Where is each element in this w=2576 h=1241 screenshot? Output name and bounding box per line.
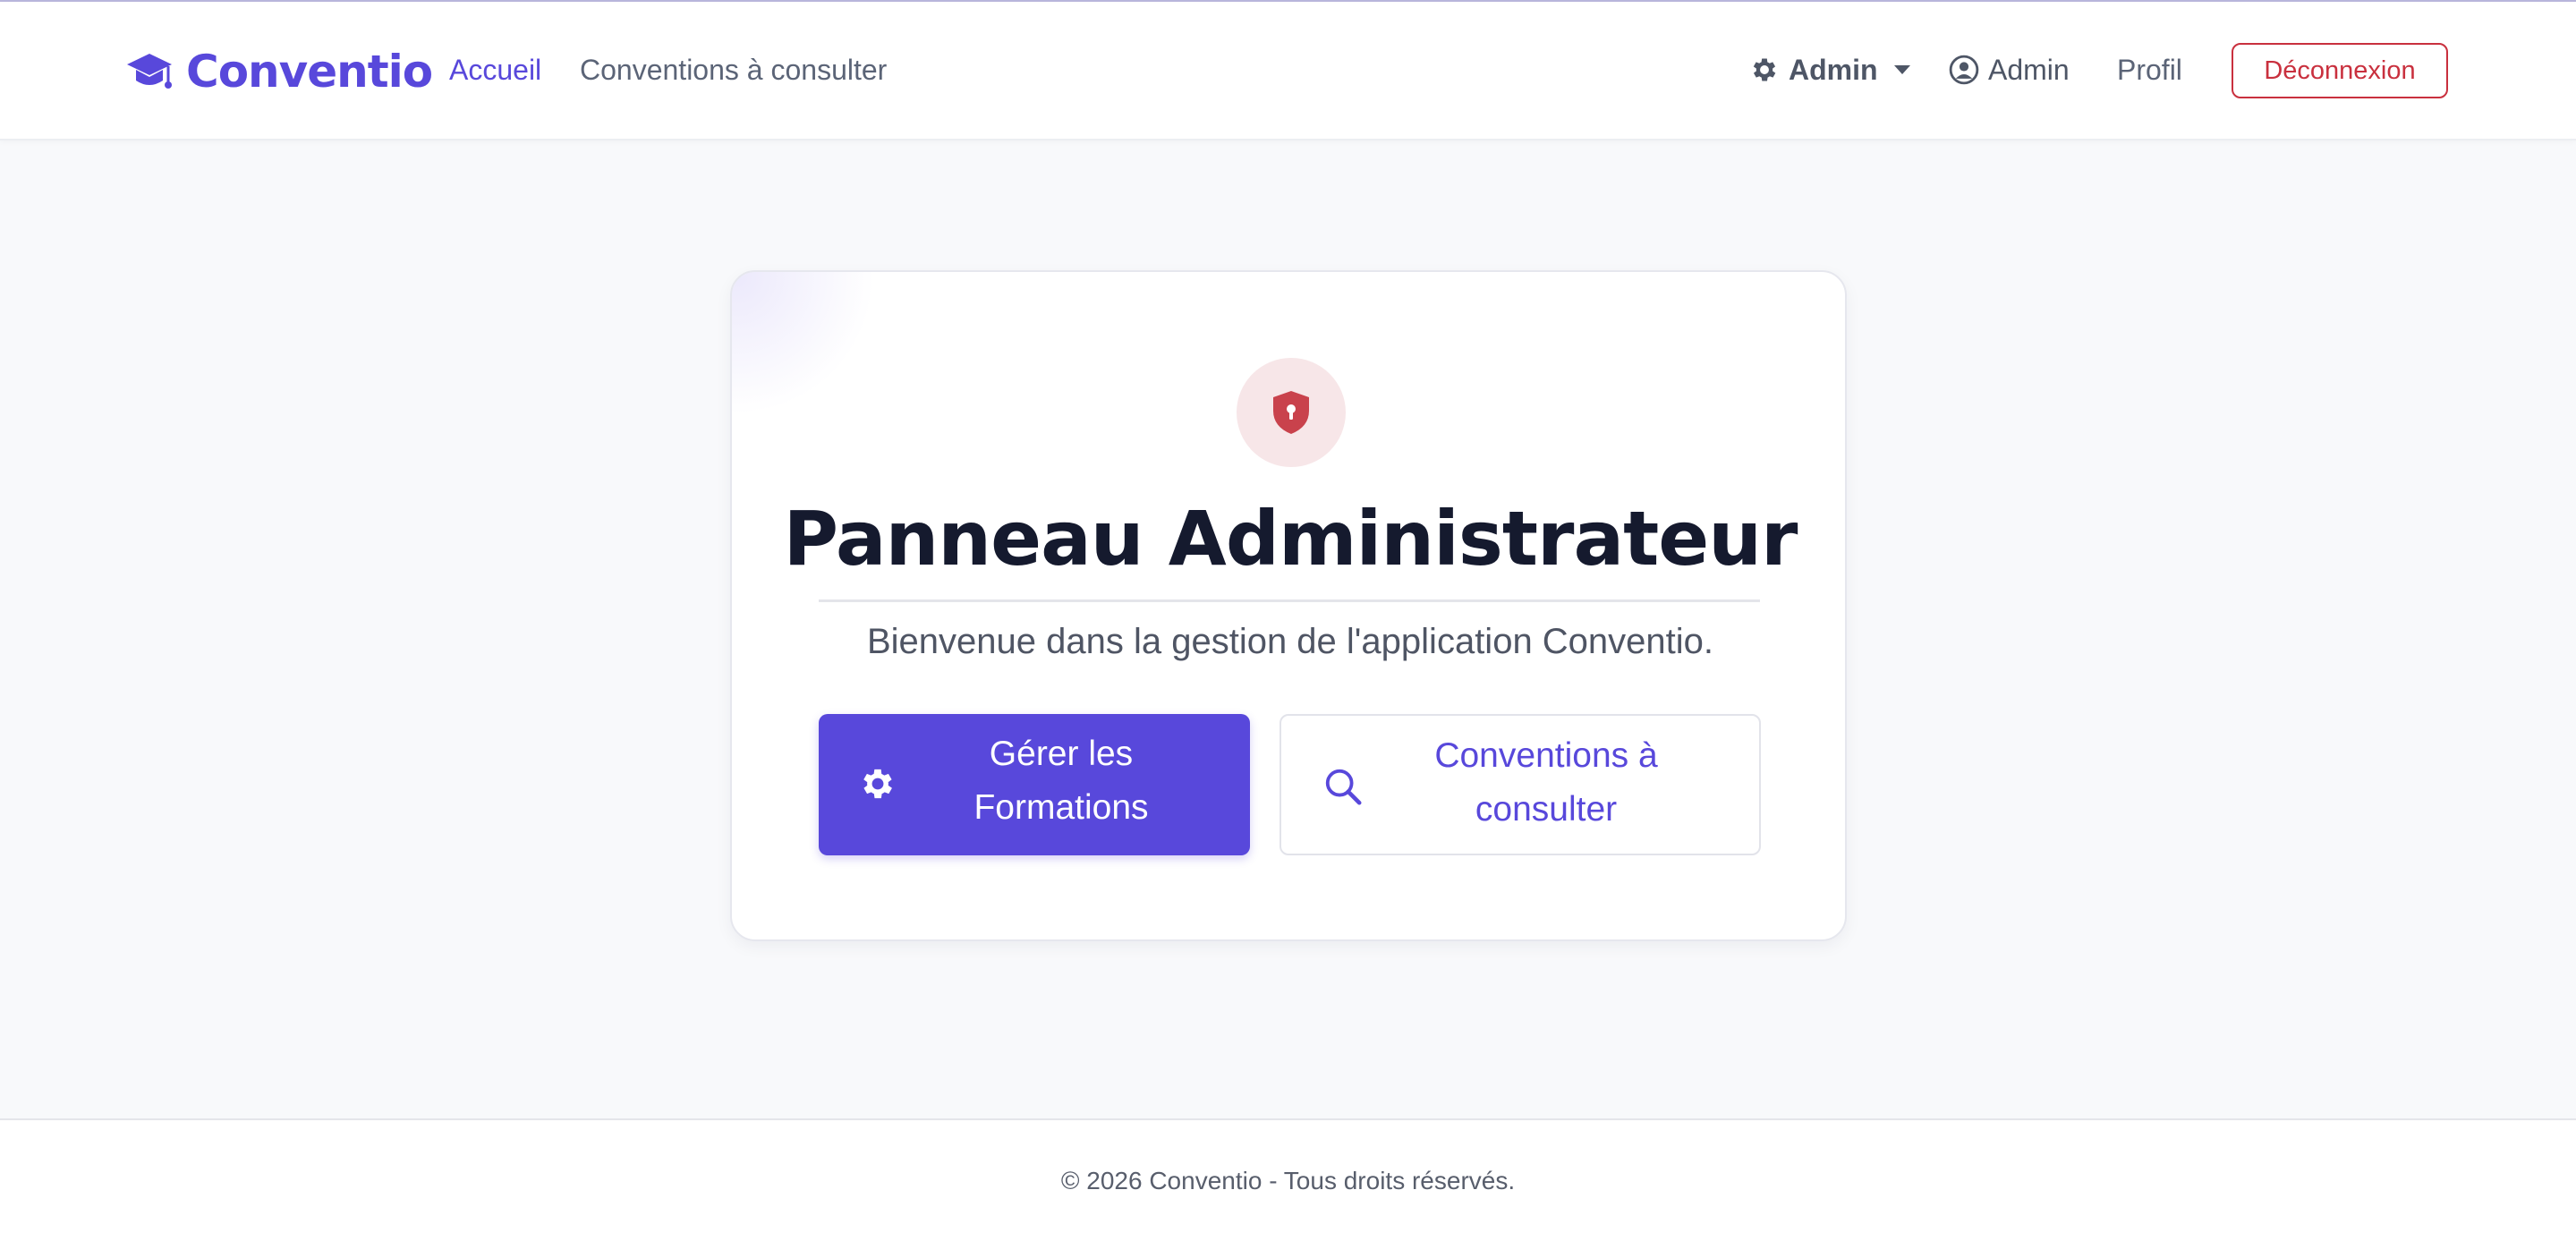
logout-button[interactable]: Déconnexion: [2232, 43, 2448, 98]
footer: © 2026 Conventio - Tous droits réservés.: [0, 1118, 2576, 1241]
admin-dropdown[interactable]: Admin: [1749, 52, 1910, 88]
user-circle-icon: [1949, 55, 1979, 85]
page-subtitle: Bienvenue dans la gestion de l'applicati…: [866, 622, 1714, 661]
admin-dropdown-label: Admin: [1789, 54, 1878, 86]
user-name: Admin: [1988, 54, 2070, 86]
conventions-consult-label: Conventions à consulter: [1434, 736, 1658, 829]
manage-formations-button[interactable]: Gérer les Formations: [819, 714, 1250, 855]
gear-icon: [1753, 58, 1776, 81]
manage-formations-label: Gérer les Formations: [973, 735, 1149, 827]
shield-lock-icon: [1273, 391, 1309, 434]
navbar: Conventio Accueil Conventions à consulte…: [0, 2, 2576, 140]
brand-name: Conventio: [186, 46, 433, 98]
graduation-cap-icon: [127, 54, 172, 89]
page-title: Panneau Administrateur: [783, 495, 1798, 582]
search-icon: [1325, 769, 1362, 805]
gear-icon: [863, 769, 892, 799]
card-decoration: [732, 272, 875, 415]
admin-panel-card: Panneau Administrateur Bienvenue dans la…: [730, 270, 1847, 941]
chevron-down-icon: [1893, 65, 1910, 74]
user-menu[interactable]: Admin: [1949, 52, 2070, 88]
footer-copyright: © 2026 Conventio - Tous droits réservés.: [1060, 1167, 1516, 1194]
nav-link-profil[interactable]: Profil: [2117, 52, 2182, 88]
nav-link-accueil[interactable]: Accueil: [449, 52, 541, 88]
nav-link-conventions[interactable]: Conventions à consulter: [580, 52, 887, 88]
brand-logo[interactable]: Conventio: [125, 43, 433, 100]
divider: [819, 599, 1760, 602]
shield-badge: [1237, 358, 1346, 467]
conventions-consult-button[interactable]: Conventions à consulter: [1279, 714, 1761, 855]
